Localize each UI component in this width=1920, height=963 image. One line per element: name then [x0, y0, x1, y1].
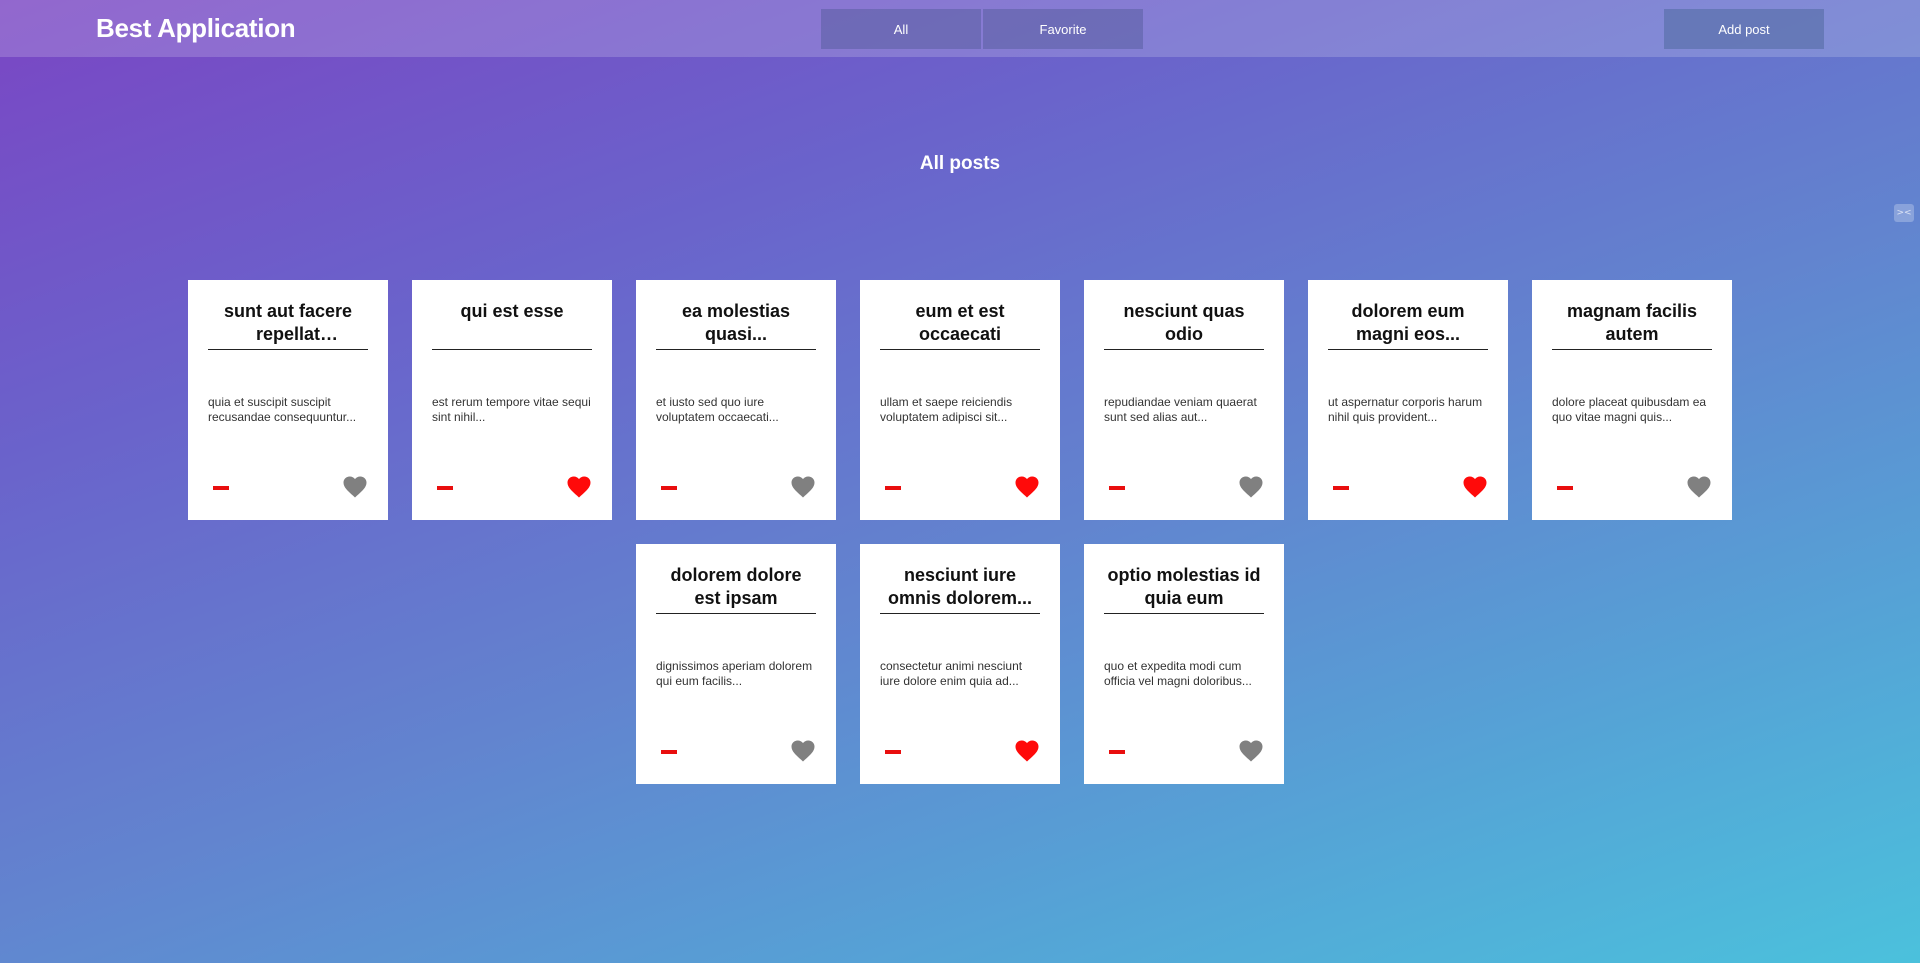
post-title: dolorem dolore est ipsam: [656, 564, 816, 614]
post-body: dolore placeat quibusdam ea quo vitae ma…: [1552, 395, 1707, 424]
remove-post-button[interactable]: [1557, 486, 1573, 490]
post-body: quia et suscipit suscipit recusandae con…: [208, 395, 357, 424]
remove-post-button[interactable]: [437, 486, 453, 490]
remove-post-button[interactable]: [1333, 486, 1349, 490]
remove-post-button[interactable]: [661, 750, 677, 754]
remove-post-button[interactable]: [885, 486, 901, 490]
post-body: quo et expedita modi cum officia vel mag…: [1104, 659, 1252, 688]
app-title: Best Application: [96, 13, 296, 43]
post-card: dolorem eum magni eos... ut aspernatur co…: [1308, 280, 1508, 520]
side-widget-icon[interactable]: ><: [1894, 204, 1914, 222]
favorite-heart-icon[interactable]: [1015, 476, 1039, 498]
post-card: dolorem dolore est ipsam dignissimos aper…: [636, 544, 836, 784]
post-card: magnam facilis autem dolore placeat quibu…: [1532, 280, 1732, 520]
remove-post-button[interactable]: [885, 750, 901, 754]
post-body: ut aspernatur corporis harum nihil quis …: [1328, 395, 1483, 424]
post-title: nesciunt quas odio: [1104, 300, 1264, 350]
post-body: et iusto sed quo iure voluptatem occaeca…: [656, 395, 779, 424]
post-card: qui est esse est rerum tempore vitae sequ…: [412, 280, 612, 520]
favorite-heart-icon[interactable]: [1687, 476, 1711, 498]
favorite-heart-icon[interactable]: [1463, 476, 1487, 498]
tab-favorite[interactable]: Favorite: [983, 9, 1143, 49]
post-title: eum et est occaecati: [880, 300, 1040, 350]
favorite-heart-icon[interactable]: [1239, 740, 1263, 762]
favorite-heart-icon[interactable]: [791, 740, 815, 762]
post-title: magnam facilis autem: [1552, 300, 1712, 350]
post-card: sunt aut facere repellat providen... quia…: [188, 280, 388, 520]
favorite-heart-icon[interactable]: [567, 476, 591, 498]
post-title: sunt aut facere repellat providen...: [208, 300, 368, 350]
post-title: ea molestias quasi...: [656, 300, 816, 350]
page-title: All posts: [919, 153, 1001, 174]
post-card: eum et est occaecati ullam et saepe reici…: [860, 280, 1060, 520]
favorite-heart-icon[interactable]: [1239, 476, 1263, 498]
favorite-heart-icon[interactable]: [343, 476, 367, 498]
favorite-heart-icon[interactable]: [791, 476, 815, 498]
post-card: optio molestias id quia eum quo et expedi…: [1084, 544, 1284, 784]
post-body: consectetur animi nesciunt iure dolore e…: [880, 659, 1023, 688]
post-title: dolorem eum magni eos...: [1328, 300, 1488, 350]
post-body: ullam et saepe reiciendis voluptatem adi…: [880, 395, 1013, 424]
tab-all[interactable]: All: [821, 9, 981, 49]
remove-post-button[interactable]: [213, 486, 229, 490]
post-card: ea molestias quasi... et iusto sed quo iu…: [636, 280, 836, 520]
remove-post-button[interactable]: [661, 486, 677, 490]
remove-post-button[interactable]: [1109, 486, 1125, 490]
post-card: nesciunt quas odio repudiandae veniam qua…: [1084, 280, 1284, 520]
remove-post-button[interactable]: [1109, 750, 1125, 754]
favorite-heart-icon[interactable]: [1015, 740, 1039, 762]
post-title: nesciunt iure omnis dolorem...: [880, 564, 1040, 614]
post-title: optio molestias id quia eum: [1104, 564, 1264, 614]
post-card: nesciunt iure omnis dolorem... consectetu…: [860, 544, 1060, 784]
post-body: dignissimos aperiam dolorem qui eum faci…: [656, 659, 813, 688]
post-body: est rerum tempore vitae sequi sint nihil…: [432, 395, 591, 424]
post-body: repudiandae veniam quaerat sunt sed alia…: [1104, 395, 1257, 424]
add-post-button[interactable]: Add post: [1664, 9, 1824, 49]
top-bar: Best Application All Favorite Add post: [0, 0, 1920, 57]
post-title: qui est esse: [432, 300, 592, 350]
